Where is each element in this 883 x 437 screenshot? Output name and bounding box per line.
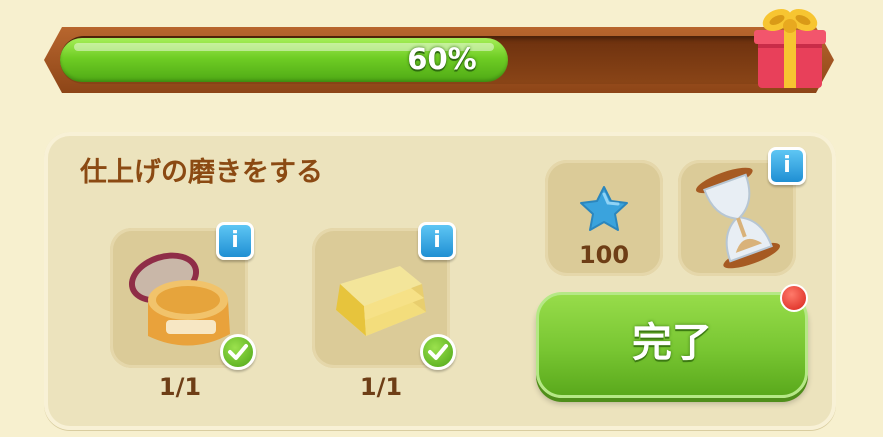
info-button-cloth[interactable]: i: [418, 222, 456, 260]
star-reward-slot: 100: [545, 160, 663, 276]
info-button-polish[interactable]: i: [216, 222, 254, 260]
complete-button-label: 完了: [632, 320, 712, 366]
progress-percent: 60%: [407, 42, 477, 76]
blue-star-icon: [580, 186, 628, 231]
item-count-cloth: 1/1: [359, 373, 403, 401]
info-button-timer[interactable]: i: [768, 147, 806, 185]
notification-dot: [780, 284, 808, 312]
item-count-polish: 1/1: [158, 373, 202, 401]
star-reward-value: 100: [578, 241, 630, 269]
gift-box-icon[interactable]: [752, 2, 828, 92]
check-icon-polish: [220, 334, 256, 370]
complete-button[interactable]: 完了: [536, 292, 808, 398]
task-title: 仕上げの磨きをする: [80, 157, 323, 188]
polishing-cloth-icon: [336, 266, 426, 336]
check-icon-cloth: [420, 334, 456, 370]
